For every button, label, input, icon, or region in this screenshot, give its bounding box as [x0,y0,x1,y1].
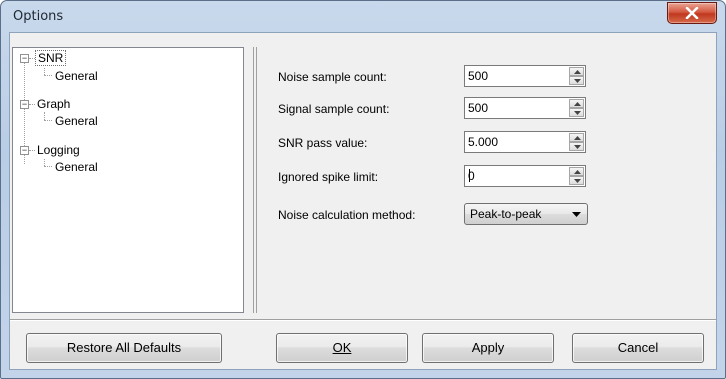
dropdown-selected-value: Peak-to-peak [470,207,542,221]
snr-pass-value-input[interactable] [466,133,566,151]
minus-box-icon[interactable]: − [20,146,29,155]
footer-separator [10,319,716,321]
spin-down-button[interactable] [569,176,584,185]
tree-branch-line [44,68,45,75]
minus-box-icon[interactable]: − [20,54,29,63]
tree-branch-line [44,112,45,120]
dialog-client-area: − SNR General − Graph General − Logging … [9,32,717,370]
close-button[interactable] [667,2,717,24]
tree-item-label: General [55,69,98,83]
tree-branch-line [44,120,52,121]
cancel-button[interactable]: Cancel [572,333,704,363]
tree-item-snr[interactable]: SNR [35,50,67,66]
noise-sample-count-input[interactable] [466,67,566,85]
tree-item-label: SNR [35,50,67,66]
tree-branch-line [44,159,45,166]
tree-item-label: General [55,114,98,128]
options-dialog: Options − SNR General − Graph General − … [0,0,726,379]
ignored-spike-limit-label: Ignored spike limit: [278,170,379,184]
tree-item-label: Graph [37,97,71,111]
spin-down-button[interactable] [569,76,584,85]
triangle-down-icon [574,111,581,115]
tree-item-logging[interactable]: Logging [35,142,82,158]
snr-pass-value-spinner[interactable] [464,131,586,153]
triangle-down-icon [574,179,581,183]
triangle-down-icon [572,212,581,217]
minus-box-icon[interactable]: − [20,100,29,109]
noise-sample-count-spinner[interactable] [464,65,586,87]
noise-calculation-method-label: Noise calculation method: [278,208,416,222]
window-title: Options [13,9,64,24]
triangle-up-icon [574,102,581,106]
apply-button[interactable]: Apply [422,333,554,363]
close-x-icon [685,7,699,19]
triangle-down-icon [574,79,581,83]
ignored-spike-limit-spinner[interactable] [464,165,586,187]
spin-down-button[interactable] [569,108,584,117]
ignored-spike-limit-input[interactable] [466,167,566,185]
ok-button-label: OK [332,340,352,355]
spin-up-button[interactable] [569,167,584,176]
noise-calculation-method-dropdown[interactable]: Peak-to-peak [464,203,588,225]
tree-item-snr-general[interactable]: General [53,68,100,84]
signal-sample-count-label: Signal sample count: [278,102,390,116]
triangle-up-icon [574,136,581,140]
spin-up-button[interactable] [569,99,584,108]
triangle-up-icon [574,170,581,174]
triangle-down-icon [574,145,581,149]
settings-tree: − SNR General − Graph General − Logging … [12,47,244,313]
tree-branch-line [44,166,52,167]
tree-branch-line [44,75,52,76]
text-caret [469,169,470,182]
tree-item-graph-general[interactable]: General [53,113,100,129]
restore-all-defaults-button[interactable]: Restore All Defaults [26,333,222,363]
triangle-up-icon [574,70,581,74]
noise-sample-count-label: Noise sample count: [278,70,387,84]
tree-item-label: Logging [37,143,80,157]
ok-button[interactable]: OK [276,333,408,363]
snr-pass-value-label: SNR pass value: [278,136,368,150]
panel-splitter[interactable] [253,47,257,313]
signal-sample-count-spinner[interactable] [464,97,586,119]
spin-down-button[interactable] [569,142,584,151]
spin-up-button[interactable] [569,67,584,76]
tree-item-label: General [55,160,98,174]
tree-item-logging-general[interactable]: General [53,159,100,175]
signal-sample-count-input[interactable] [466,99,566,117]
title-bar[interactable]: Options [1,1,725,31]
spin-up-button[interactable] [569,133,584,142]
tree-item-graph[interactable]: Graph [35,96,72,112]
